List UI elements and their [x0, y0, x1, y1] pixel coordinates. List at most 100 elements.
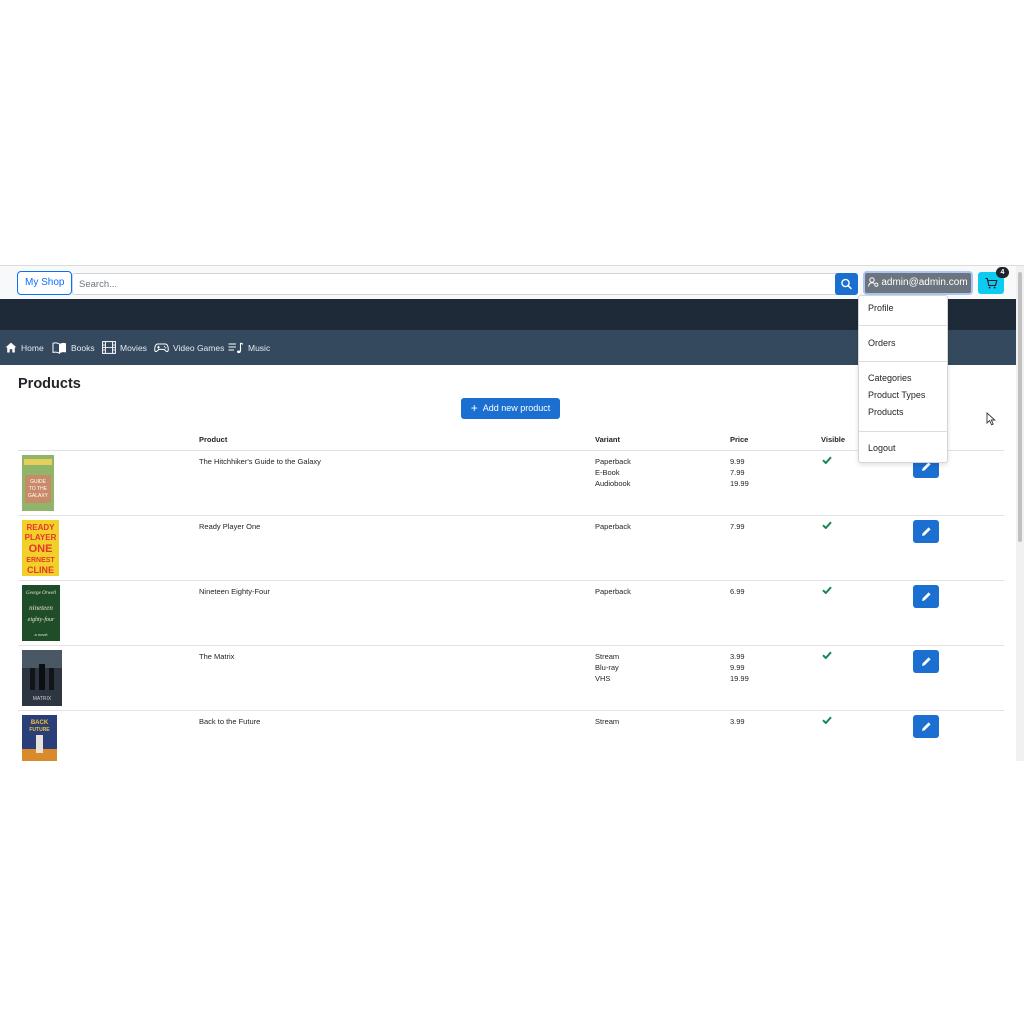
svg-text:GUIDE: GUIDE [30, 479, 47, 485]
price-list: 3.99 [730, 716, 745, 727]
variant-list: Stream [595, 716, 619, 727]
edit-product-button[interactable] [913, 715, 939, 738]
user-email: admin@admin.com [881, 277, 968, 288]
variant-name: VHS [595, 674, 611, 683]
svg-text:GALAXY: GALAXY [28, 493, 49, 499]
menu-item-profile[interactable]: Profile [868, 303, 894, 313]
header-price: Price [730, 435, 749, 444]
menu-item-categories[interactable]: Categories [868, 373, 912, 383]
menu-item-orders[interactable]: Orders [868, 338, 896, 348]
add-new-product-label: Add new product [482, 403, 551, 413]
check-icon [822, 456, 832, 464]
nav-home[interactable]: Home [5, 330, 44, 365]
table-row: BACK FUTURE Back to the Future Stream 3.… [18, 711, 1004, 761]
variant-name: Paperback [595, 587, 631, 596]
price-value: 3.99 [730, 652, 745, 661]
price-list: 7.99 [730, 521, 745, 532]
user-menu-button[interactable]: admin@admin.com [863, 271, 973, 303]
svg-text:TO THE: TO THE [29, 486, 48, 492]
price-value: 7.99 [730, 468, 745, 477]
nav-books-label: Books [71, 342, 95, 353]
product-name: The Matrix [199, 652, 235, 661]
pencil-icon [921, 722, 931, 731]
variant-name: Stream [595, 652, 620, 661]
nav-movies-label: Movies [120, 342, 147, 353]
price-value: 9.99 [730, 663, 745, 672]
svg-text:FUTURE: FUTURE [29, 727, 50, 733]
price-value: 7.99 [730, 522, 745, 531]
variant-name: Paperback [595, 522, 631, 531]
mouse-cursor-icon [986, 412, 996, 426]
edit-product-button[interactable] [913, 585, 939, 608]
book-cover-image: George Orwell nineteen eighty-four a nov… [22, 585, 60, 641]
check-icon [822, 586, 832, 594]
check-icon [822, 651, 832, 659]
svg-text:PLAYER: PLAYER [25, 533, 57, 542]
table-row: READY PLAYER ONE ERNEST CLINE Ready Play… [18, 516, 1004, 581]
header-product: Product [199, 435, 228, 444]
edit-product-button[interactable] [913, 650, 939, 673]
variant-name: Blu-ray [595, 663, 619, 672]
menu-divider [859, 361, 947, 362]
product-name: Ready Player One [199, 522, 261, 531]
svg-text:ERNEST: ERNEST [26, 557, 55, 564]
music-icon [228, 342, 244, 353]
variant-name: Stream [595, 717, 620, 726]
nav-music-label: Music [248, 342, 271, 353]
menu-divider [859, 325, 947, 326]
vertical-scrollbar[interactable] [1016, 266, 1024, 761]
nav-books[interactable]: Books [52, 330, 95, 365]
header-visible: Visible [821, 435, 846, 444]
table-row: George Orwell nineteen eighty-four a nov… [18, 581, 1004, 646]
scrollbar-thumb[interactable] [1018, 272, 1022, 542]
products-table: Product Variant Price Visible GUIDE TO T… [18, 432, 1004, 761]
price-value: 9.99 [730, 457, 745, 466]
table-row: GUIDE TO THE GALAXY The Hitchhiker's Gui… [18, 451, 1004, 516]
svg-text:READY: READY [26, 523, 55, 532]
product-name: Nineteen Eighty-Four [199, 587, 270, 596]
pencil-icon [921, 527, 931, 536]
add-new-product-button[interactable]: + Add new product [461, 398, 560, 419]
check-icon [822, 716, 832, 724]
price-list: 3.99 9.99 19.99 [730, 651, 749, 684]
book-cover-image: READY PLAYER ONE ERNEST CLINE [22, 520, 59, 576]
header-variant: Variant [595, 435, 621, 444]
svg-text:CLINE: CLINE [27, 565, 54, 575]
nav-video-games[interactable]: Video Games [154, 330, 224, 365]
variant-list: Paperback E-Book Audiobook [595, 456, 631, 489]
book-cover-image: GUIDE TO THE GALAXY [22, 455, 54, 511]
product-name: Back to the Future [199, 717, 261, 726]
svg-text:a novel: a novel [35, 632, 48, 637]
menu-item-logout[interactable]: Logout [868, 443, 896, 453]
nav-movies[interactable]: Movies [102, 330, 147, 365]
cart-count-badge: 4 [996, 267, 1009, 278]
book-icon [52, 341, 66, 354]
movie-cover-image: BACK FUTURE [22, 715, 57, 761]
price-value: 6.99 [730, 587, 745, 596]
gamepad-icon [154, 343, 169, 352]
menu-item-product-types[interactable]: Product Types [868, 390, 925, 400]
svg-text:eighty-four: eighty-four [28, 616, 55, 623]
pencil-icon [921, 592, 931, 601]
svg-text:ONE: ONE [29, 543, 53, 555]
product-name: The Hitchhiker's Guide to the Galaxy [199, 457, 321, 466]
search-input[interactable] [72, 273, 844, 295]
user-dropdown-menu: Profile Orders Categories Product Types … [858, 295, 948, 463]
menu-item-products[interactable]: Products [868, 407, 904, 417]
nav-home-label: Home [21, 342, 44, 353]
film-icon [102, 341, 116, 354]
edit-product-button[interactable] [913, 520, 939, 543]
nav-video-games-label: Video Games [173, 342, 225, 353]
page-title: Products [18, 376, 81, 392]
price-list: 6.99 [730, 586, 745, 597]
menu-divider [859, 431, 947, 432]
nav-music[interactable]: Music [228, 330, 270, 365]
search-button[interactable] [835, 273, 858, 295]
price-value: 19.99 [730, 479, 749, 488]
variant-name: Audiobook [595, 479, 631, 488]
variant-name: E-Book [595, 468, 620, 477]
plus-icon: + [470, 401, 478, 415]
table-row: MATRIX The Matrix Stream Blu-ray VHS 3.9… [18, 646, 1004, 711]
search-icon [841, 278, 852, 290]
brand-button[interactable]: My Shop [17, 271, 73, 295]
